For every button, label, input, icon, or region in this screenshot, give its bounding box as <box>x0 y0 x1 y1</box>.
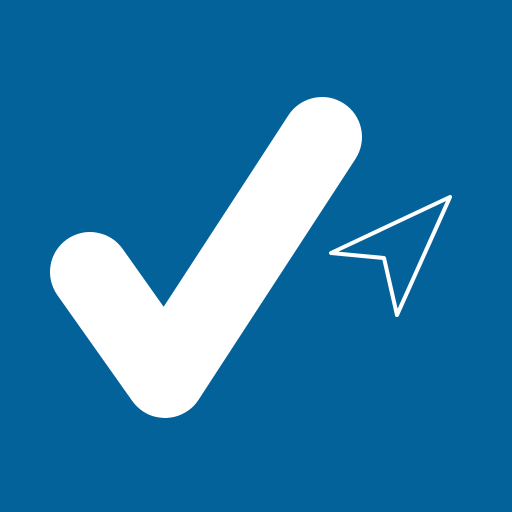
app-icon-graphic <box>0 0 512 512</box>
app-icon <box>0 0 512 512</box>
